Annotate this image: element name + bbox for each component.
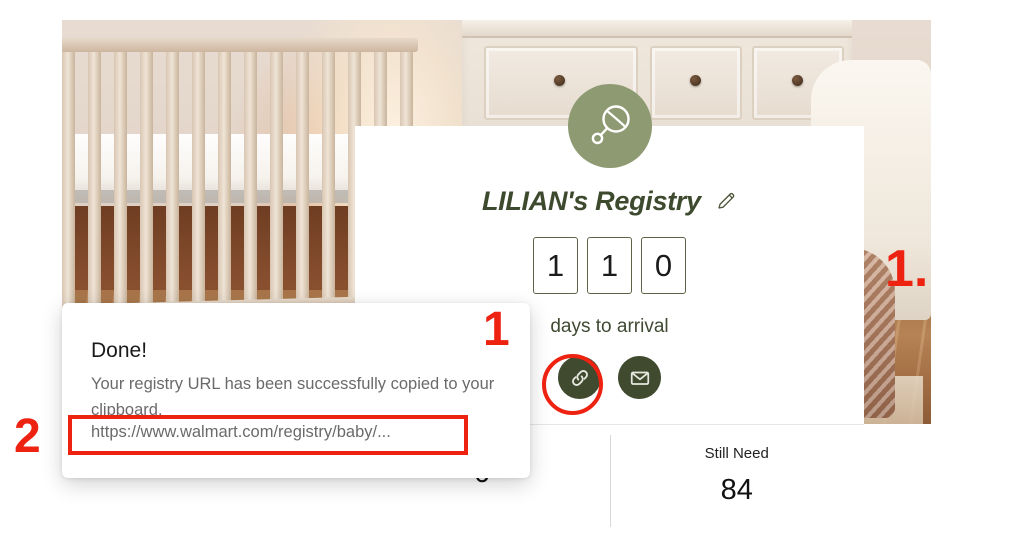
- arrival-countdown: 1 1 0: [355, 237, 864, 294]
- email-share-button[interactable]: [618, 356, 661, 399]
- dresser-top-surface: [462, 20, 852, 38]
- pencil-edit-icon[interactable]: [716, 187, 737, 218]
- countdown-digit: 1: [587, 237, 632, 294]
- annotation-circle-copy-link: [542, 354, 603, 415]
- page-title: LILIAN's Registry: [355, 186, 864, 218]
- annotation-step-1: 1: [483, 303, 510, 356]
- envelope-icon: [630, 371, 649, 385]
- baby-rattle-icon: [567, 84, 652, 168]
- stat-cell-still-need: Still Need 84: [609, 425, 865, 537]
- crib-top-rail: [62, 38, 418, 52]
- registry-title-text: LILIAN's Registry: [481, 186, 701, 216]
- annotation-step-2: 2: [14, 410, 41, 463]
- stat-value: 84: [720, 474, 753, 506]
- drawer-knob: [792, 75, 803, 86]
- drawer-knob: [554, 75, 565, 86]
- annotation-box-url: [68, 415, 468, 455]
- drawer-knob: [690, 75, 701, 86]
- countdown-digit: 1: [533, 237, 578, 294]
- stat-label: Still Need: [704, 445, 769, 462]
- annotation-step-1-right: 1.: [885, 240, 929, 298]
- screenshot-stage: LILIAN's Registry 1 1 0 days to arrival: [0, 0, 1024, 537]
- countdown-digit: 0: [641, 237, 686, 294]
- toast-title: Done!: [91, 339, 148, 362]
